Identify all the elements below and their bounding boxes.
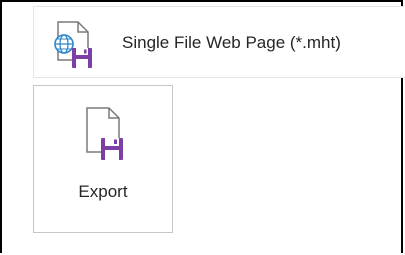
export-button-label: Export	[78, 182, 128, 201]
mht-file-save-icon	[54, 21, 92, 68]
export-button[interactable]: Export	[33, 85, 173, 233]
export-file-save-icon	[86, 107, 123, 160]
file-type-option-label: Single File Web Page (*.mht)	[122, 33, 341, 52]
file-type-option-mht[interactable]: Single File Web Page (*.mht)	[33, 6, 405, 78]
